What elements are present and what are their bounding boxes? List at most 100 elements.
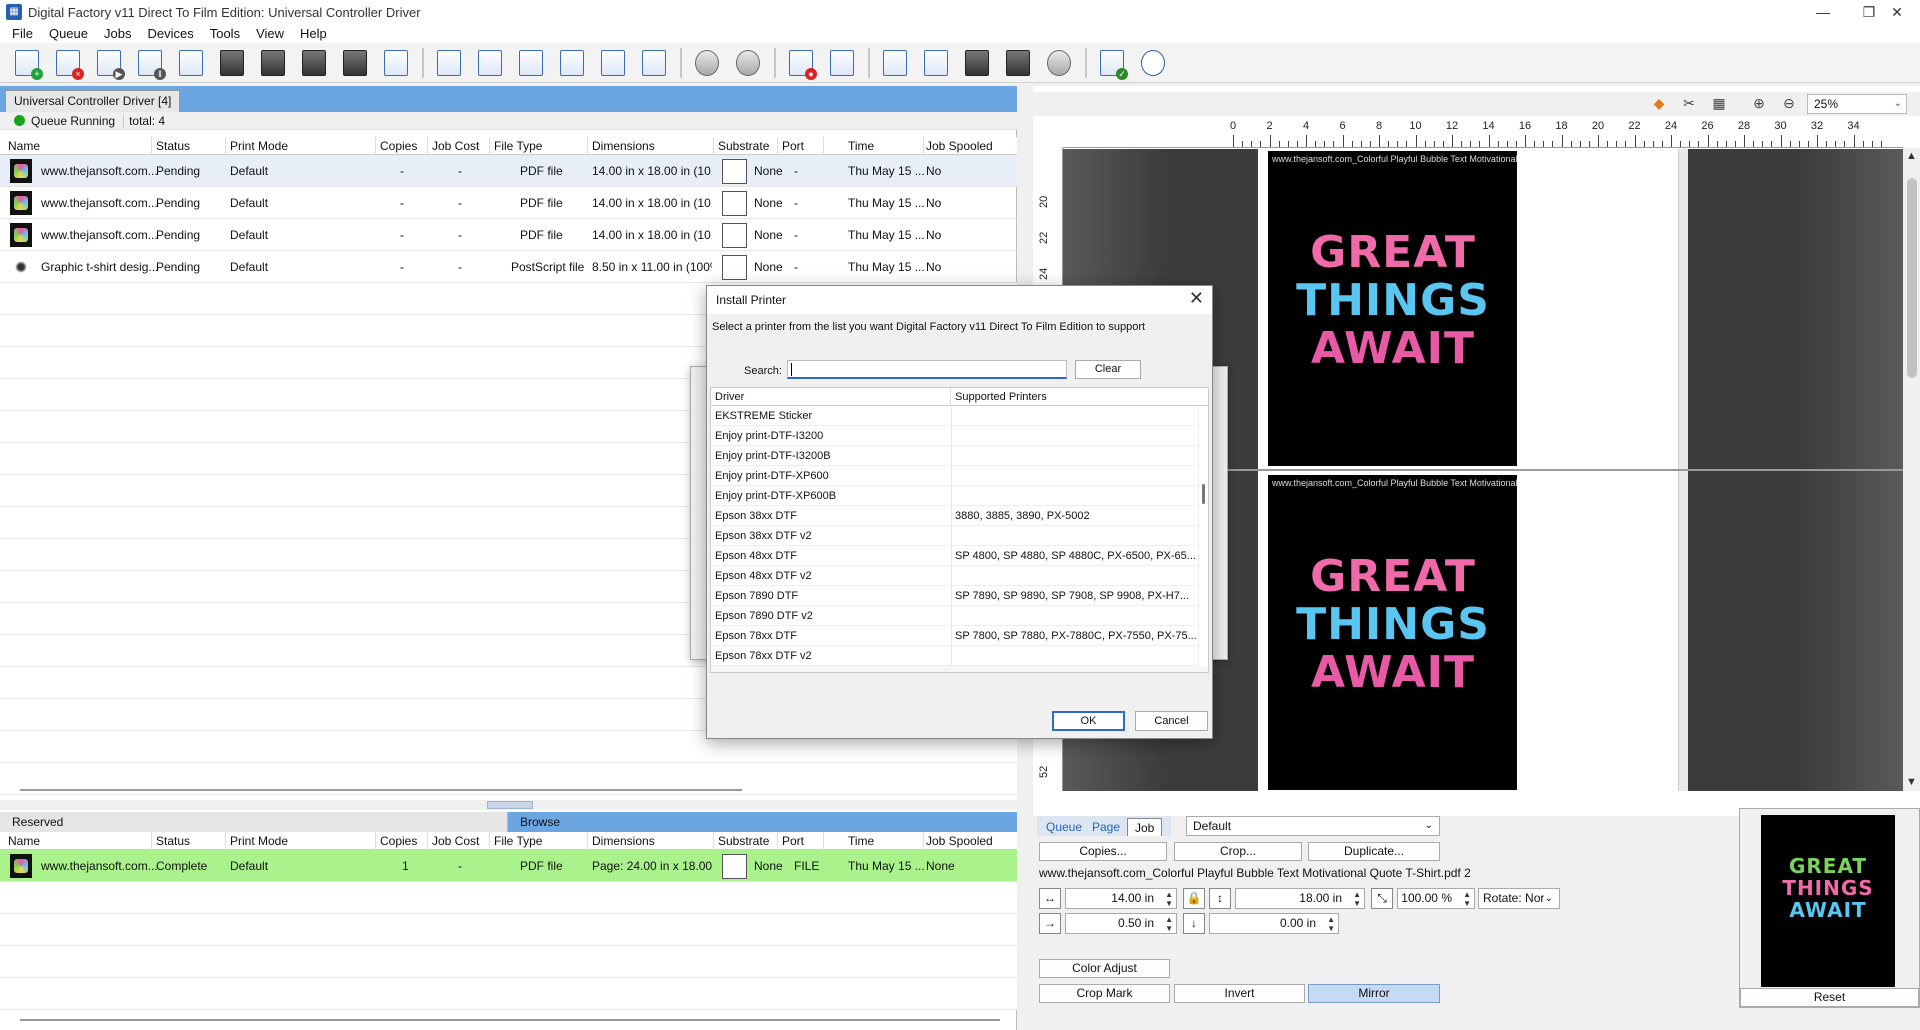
col-dimensions[interactable]: Dimensions bbox=[588, 137, 714, 155]
spinner-icon[interactable]: ▲ ▼ bbox=[1327, 915, 1335, 933]
col-copies[interactable]: Copies bbox=[376, 137, 428, 155]
col-job-cost[interactable]: Job Cost bbox=[428, 137, 490, 155]
crop-mark-button[interactable]: Crop Mark bbox=[1039, 984, 1170, 1003]
col-substrate[interactable]: Substrate bbox=[714, 137, 778, 155]
mirror-button[interactable]: Mirror bbox=[1308, 984, 1440, 1003]
tab-job[interactable]: Job bbox=[1127, 818, 1163, 836]
col-port[interactable]: Port bbox=[778, 832, 824, 850]
palette-icon[interactable] bbox=[1042, 46, 1076, 80]
preview-icon[interactable]: ✓ bbox=[1095, 46, 1129, 80]
zoom-select[interactable]: 25% ⌄ bbox=[1807, 94, 1907, 114]
table-row[interactable]: Graphic t-shirt desig... Pending Default… bbox=[0, 251, 1017, 283]
checklist-icon[interactable] bbox=[919, 46, 953, 80]
fit-both-icon[interactable] bbox=[596, 46, 630, 80]
menu-queue[interactable]: Queue bbox=[41, 26, 96, 41]
preview-vertical-scrollbar[interactable]: ▲ ▼ bbox=[1903, 148, 1920, 791]
reset-button[interactable]: Reset bbox=[1740, 988, 1919, 1007]
tab-queue[interactable]: Queue bbox=[1039, 818, 1089, 836]
hold-queue-icon[interactable]: ● bbox=[784, 46, 818, 80]
align-left-icon[interactable] bbox=[432, 46, 466, 80]
browse-tab[interactable]: Browse bbox=[508, 812, 1017, 832]
substrate-swatch[interactable] bbox=[722, 255, 747, 280]
col-job-spooled[interactable]: Job Spooled bbox=[922, 137, 1017, 155]
col-driver[interactable]: Driver bbox=[711, 388, 951, 406]
col-supported-printers[interactable]: Supported Printers bbox=[951, 388, 1208, 406]
list-item[interactable]: Epson 7890 DTF v2 bbox=[711, 606, 1197, 626]
offset-x-field[interactable]: 0.50 in ▲ ▼ bbox=[1065, 913, 1177, 934]
close-icon[interactable]: ✕ bbox=[1189, 288, 1204, 309]
profile-select[interactable]: Default ⌄ bbox=[1186, 816, 1440, 836]
list-item[interactable]: Epson 48xx DTF v2 bbox=[711, 566, 1197, 586]
queue-settings-icon[interactable] bbox=[825, 46, 859, 80]
invert-button[interactable]: Invert bbox=[1174, 984, 1305, 1003]
window-icon[interactable] bbox=[379, 46, 413, 80]
lock-aspect-icon[interactable]: 🔒 bbox=[1183, 888, 1205, 909]
col-port[interactable]: Port bbox=[778, 137, 824, 155]
duplicate-button[interactable]: Duplicate... bbox=[1308, 842, 1440, 861]
col-time[interactable]: Time bbox=[844, 832, 924, 850]
list-item[interactable]: Epson 78xx DTF v2 bbox=[711, 646, 1197, 666]
play-job-icon[interactable]: ▶ bbox=[92, 46, 126, 80]
search-input[interactable] bbox=[787, 360, 1067, 379]
panel-splitter[interactable] bbox=[0, 800, 1017, 810]
substrate-swatch[interactable] bbox=[722, 191, 747, 216]
copies-button[interactable]: Copies... bbox=[1039, 842, 1167, 861]
ok-button[interactable]: OK bbox=[1052, 711, 1125, 731]
menu-file[interactable]: File bbox=[4, 26, 41, 41]
driver-list-hscrollbar[interactable] bbox=[711, 666, 1208, 672]
rotate-icon[interactable] bbox=[637, 46, 671, 80]
col-job-spooled[interactable]: Job Spooled bbox=[922, 832, 1017, 850]
list-item[interactable]: Epson 78xx DTF SP 7800, SP 7880, PX-7880C… bbox=[711, 626, 1197, 646]
grid-icon[interactable]: ▦ bbox=[1709, 95, 1729, 113]
cancel-icon[interactable] bbox=[731, 46, 765, 80]
scroll-thumb[interactable] bbox=[1907, 178, 1917, 378]
design-preview[interactable]: www.thejansoft.com_Colorful Playful Bubb… bbox=[1268, 475, 1517, 790]
list-item[interactable]: Enjoy print-DTF-XP600 bbox=[711, 466, 1197, 486]
zoom-out-icon[interactable]: ⊖ bbox=[1779, 95, 1799, 113]
close-button[interactable]: ✕ bbox=[1874, 0, 1920, 24]
rip-icon[interactable] bbox=[256, 46, 290, 80]
col-copies[interactable]: Copies bbox=[376, 832, 428, 850]
crop-button[interactable]: Crop... bbox=[1174, 842, 1302, 861]
menu-help[interactable]: Help bbox=[292, 26, 335, 41]
printer-icon[interactable] bbox=[960, 46, 994, 80]
splitter-grip[interactable] bbox=[487, 801, 533, 809]
edit-pen-icon[interactable] bbox=[297, 46, 331, 80]
scroll-down-icon[interactable]: ▼ bbox=[1906, 776, 1917, 788]
spinner-icon[interactable]: ▲ ▼ bbox=[1165, 890, 1173, 908]
col-print-mode[interactable]: Print Mode bbox=[226, 832, 376, 850]
add-job-icon[interactable]: + bbox=[10, 46, 44, 80]
compass-icon[interactable] bbox=[1136, 46, 1170, 80]
queue-tab[interactable]: Universal Controller Driver [4] bbox=[5, 90, 181, 112]
table-row[interactable]: www.thejansoft.com... Pending Default - … bbox=[0, 187, 1017, 219]
spinner-icon[interactable]: ▲ ▼ bbox=[1165, 915, 1173, 933]
table-row[interactable]: www.thejansoft.com... Complete Default 1… bbox=[0, 850, 1017, 882]
fit-height-icon[interactable] bbox=[555, 46, 589, 80]
col-file-type[interactable]: File Type bbox=[490, 137, 588, 155]
arrow-right-icon[interactable] bbox=[514, 46, 548, 80]
col-job-cost[interactable]: Job Cost bbox=[428, 832, 490, 850]
col-name[interactable]: Name bbox=[4, 832, 152, 850]
list-item[interactable]: Epson 38xx DTF v2 bbox=[711, 526, 1197, 546]
list-item[interactable]: Enjoy print-DTF-I3200B bbox=[711, 446, 1197, 466]
printer-pen-icon[interactable] bbox=[338, 46, 372, 80]
scroll-up-icon[interactable]: ▲ bbox=[1906, 150, 1917, 162]
list-item[interactable]: Enjoy print-DTF-I3200 bbox=[711, 426, 1197, 446]
printer-settings-icon[interactable] bbox=[1001, 46, 1035, 80]
rotate-select[interactable]: Rotate: Nor ⌄ bbox=[1478, 888, 1560, 909]
list-item[interactable]: Epson 38xx DTF 3880, 3885, 3890, PX-5002 bbox=[711, 506, 1197, 526]
menu-view[interactable]: View bbox=[248, 26, 292, 41]
scale-field[interactable]: 100.00 % ▲ ▼ bbox=[1397, 888, 1475, 909]
queue-horizontal-scrollbar[interactable] bbox=[20, 789, 742, 791]
align-center-icon[interactable] bbox=[473, 46, 507, 80]
height-field[interactable]: 18.00 in ▲ ▼ bbox=[1235, 888, 1365, 909]
list-item[interactable]: EKSTREME Sticker bbox=[711, 406, 1197, 426]
tab-page[interactable]: Page bbox=[1085, 818, 1127, 836]
delete-job-icon[interactable]: × bbox=[51, 46, 85, 80]
driver-list-scrollbar[interactable] bbox=[1198, 406, 1208, 666]
col-status[interactable]: Status bbox=[152, 832, 226, 850]
col-file-type[interactable]: File Type bbox=[490, 832, 588, 850]
list-item[interactable]: Epson 48xx DTF SP 4800, SP 4880, SP 4880C… bbox=[711, 546, 1197, 566]
substrate-swatch[interactable] bbox=[722, 159, 747, 184]
zoom-in-icon[interactable]: ⊕ bbox=[1749, 95, 1769, 113]
